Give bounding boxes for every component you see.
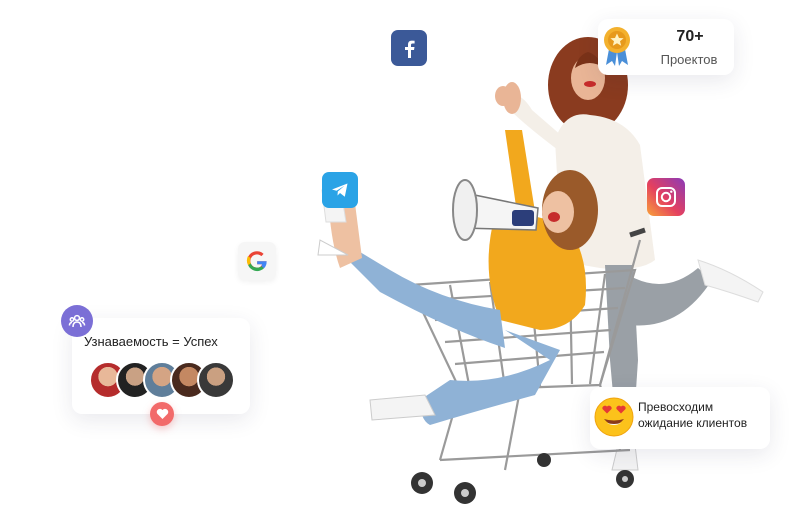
projects-count: 70+ (676, 28, 704, 45)
projects-stat-card: 70+ Проектов (598, 19, 734, 75)
award-badge-icon (604, 27, 630, 66)
recognition-title: Узнаваемость = Успех (84, 334, 218, 349)
heart-icon[interactable] (150, 402, 174, 426)
projects-label: Проектов (660, 52, 718, 67)
team-icon (61, 305, 93, 337)
avatar (197, 361, 235, 399)
telegram-icon[interactable] (322, 172, 358, 208)
exceed-line-1: Превосходим (638, 400, 714, 414)
exceed-text: Превосходим ожидание клиентов (638, 399, 747, 431)
exceed-line-2: ожидание клиентов (638, 416, 748, 430)
facebook-icon[interactable] (391, 30, 427, 66)
recognition-card: Узнаваемость = Успех (72, 318, 250, 414)
instagram-icon[interactable] (647, 178, 685, 216)
google-icon[interactable] (238, 242, 276, 280)
heart-eyes-emoji-icon (594, 397, 634, 437)
